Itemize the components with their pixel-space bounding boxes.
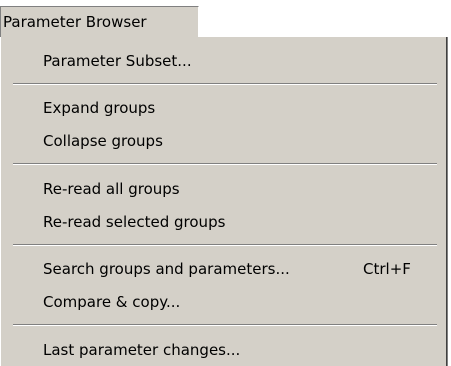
menu-item-shortcut: Ctrl+F [363, 260, 411, 278]
menu-item-parameter-subset[interactable]: Parameter Subset... [43, 47, 433, 75]
menubar-item-parameter-browser[interactable]: Parameter Browser [0, 6, 199, 37]
menu-item-label: Compare & copy... [43, 293, 181, 311]
menu-separator [13, 83, 437, 85]
menu-item-label: Re-read selected groups [43, 213, 226, 231]
menu-item-search-groups-and-parameters[interactable]: Search groups and parameters... Ctrl+F [43, 255, 433, 283]
menu-item-reread-all-groups[interactable]: Re-read all groups [43, 175, 433, 203]
menu-item-label: Last parameter changes... [43, 341, 241, 359]
menu-item-collapse-groups[interactable]: Collapse groups [43, 127, 433, 155]
menu-item-compare-and-copy[interactable]: Compare & copy... [43, 288, 433, 316]
menu-separator [13, 244, 437, 246]
menu-item-label: Search groups and parameters... [43, 260, 290, 278]
menu-item-last-parameter-changes[interactable]: Last parameter changes... [43, 336, 433, 364]
menu-item-label: Parameter Subset... [43, 52, 192, 70]
menu-item-label: Collapse groups [43, 132, 163, 150]
parameter-browser-menu: Parameter Subset... Expand groups Collap… [0, 37, 448, 366]
menu-item-label: Re-read all groups [43, 180, 180, 198]
menubar-item-label: Parameter Browser [3, 13, 147, 31]
menu-item-reread-selected-groups[interactable]: Re-read selected groups [43, 208, 433, 236]
menu-separator [13, 324, 437, 326]
menu-item-expand-groups[interactable]: Expand groups [43, 94, 433, 122]
menu-separator [13, 163, 437, 165]
menu-item-label: Expand groups [43, 99, 156, 117]
